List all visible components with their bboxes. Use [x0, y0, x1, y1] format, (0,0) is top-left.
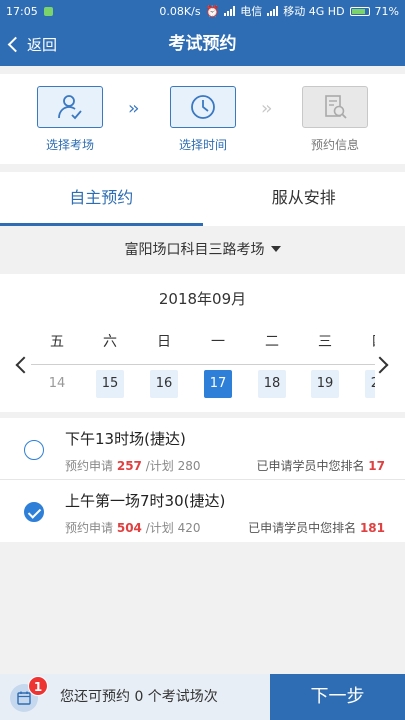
weekday-label: 五	[50, 334, 64, 350]
double-chevron-right-icon: ››	[128, 98, 140, 119]
plan-count: 420	[177, 521, 201, 535]
count-badge: 1	[28, 676, 48, 696]
session-item[interactable]: 上午第一场7时30(捷达) 预约申请 504 /计划 420 已申请学员中您排名…	[0, 480, 405, 542]
session-quota: 预约申请 257 /计划 280	[65, 459, 201, 473]
step-label: 选择时间	[178, 138, 227, 152]
session-rank: 已申请学员中您排名 17	[256, 459, 385, 473]
date-cell[interactable]: 20	[365, 370, 375, 398]
step-label: 选择考场	[45, 138, 94, 152]
status-network-speed: 0.08K/s	[159, 4, 201, 18]
caret-down-icon	[270, 246, 281, 252]
date-calendar: 2018年09月 五 六 日 一 二 三 四 14 15 16 17 18 19…	[0, 274, 405, 412]
weekday-label: 六	[103, 334, 117, 350]
signal-icon-2	[267, 6, 279, 16]
weekday-row: 五 六 日 一 二 三 四	[31, 330, 375, 354]
weekday-label: 三	[318, 334, 332, 350]
signal-icon	[224, 6, 236, 16]
step-label: 预约信息	[310, 138, 359, 152]
tab-assigned[interactable]: 服从安排	[203, 172, 405, 226]
weekday-label: 四	[365, 330, 375, 354]
double-chevron-right-icon: ››	[261, 98, 273, 119]
applied-count: 504	[116, 521, 142, 535]
status-battery: 71%	[374, 4, 399, 18]
tab-self-booking[interactable]: 自主预约	[0, 172, 203, 226]
date-row: 14 15 16 17 18 19 20	[31, 370, 375, 398]
date-cell[interactable]: 15	[96, 370, 124, 398]
session-name: 下午13时场(捷达)	[65, 430, 186, 448]
date-cell: 14	[48, 376, 66, 391]
date-cell[interactable]: 18	[258, 370, 286, 398]
status-time: 17:05	[6, 4, 38, 18]
step-select-time: 选择时间	[158, 86, 248, 153]
step-indicator: 选择考场 ›› 选择时间 ›› 预约信息	[0, 74, 405, 164]
document-search-icon	[325, 95, 347, 119]
date-cell[interactable]: 19	[311, 370, 339, 398]
next-week-button[interactable]	[372, 354, 392, 374]
session-name: 上午第一场7时30(捷达)	[65, 492, 226, 510]
battery-icon	[349, 6, 370, 16]
alarm-icon: ⏰	[205, 4, 220, 18]
radio-unchecked-icon[interactable]	[24, 440, 44, 460]
rank-value: 17	[368, 459, 385, 473]
status-carrier1: 电信	[240, 5, 263, 18]
user-check-icon	[58, 95, 82, 120]
calendar-divider	[31, 364, 375, 365]
session-quota: 预约申请 504 /计划 420	[65, 521, 201, 535]
plan-count: 280	[177, 459, 201, 473]
calendar-month: 2018年09月	[158, 290, 247, 308]
remaining-text: 您还可预约 0 个考试场次	[60, 689, 218, 705]
date-cell[interactable]: 16	[150, 370, 178, 398]
page-title: 考试预约	[168, 34, 237, 54]
bottom-bar: 1 您还可预约 0 个考试场次 下一步	[0, 674, 405, 720]
weekday-label: 日	[157, 334, 171, 350]
nav-bar: 返回 考试预约	[0, 22, 405, 66]
weekday-label: 一	[211, 334, 225, 350]
notification-icon	[43, 6, 53, 16]
weekday-label: 二	[265, 334, 279, 350]
clock-icon	[191, 95, 215, 119]
radio-checked-icon[interactable]	[24, 502, 44, 522]
booking-mode-tabs: 自主预约 服从安排	[0, 172, 405, 226]
step-select-venue: 选择考场	[25, 86, 115, 153]
next-step-button[interactable]: 下一步	[270, 674, 405, 720]
rank-value: 181	[359, 521, 385, 535]
step-booking-info: 预约信息	[290, 86, 380, 153]
applied-count: 257	[116, 459, 142, 473]
session-item[interactable]: 下午13时场(捷达) 预约申请 257 /计划 280 已申请学员中您排名 17	[0, 418, 405, 480]
prev-week-button[interactable]	[12, 354, 32, 374]
status-carrier2: 移动 4G HD	[283, 5, 345, 18]
booking-summary: 1 您还可预约 0 个考试场次	[0, 674, 270, 720]
session-rank: 已申请学员中您排名 181	[248, 521, 385, 535]
venue-name: 富阳场口科目三路考场	[124, 242, 265, 258]
session-list: 下午13时场(捷达) 预约申请 257 /计划 280 已申请学员中您排名 17…	[0, 418, 405, 542]
venue-selector[interactable]: 富阳场口科目三路考场	[0, 234, 405, 264]
date-cell-selected[interactable]: 17	[204, 370, 232, 398]
status-bar: 17:05 0.08K/s ⏰ 电信 移动 4G HD 71%	[0, 0, 405, 22]
